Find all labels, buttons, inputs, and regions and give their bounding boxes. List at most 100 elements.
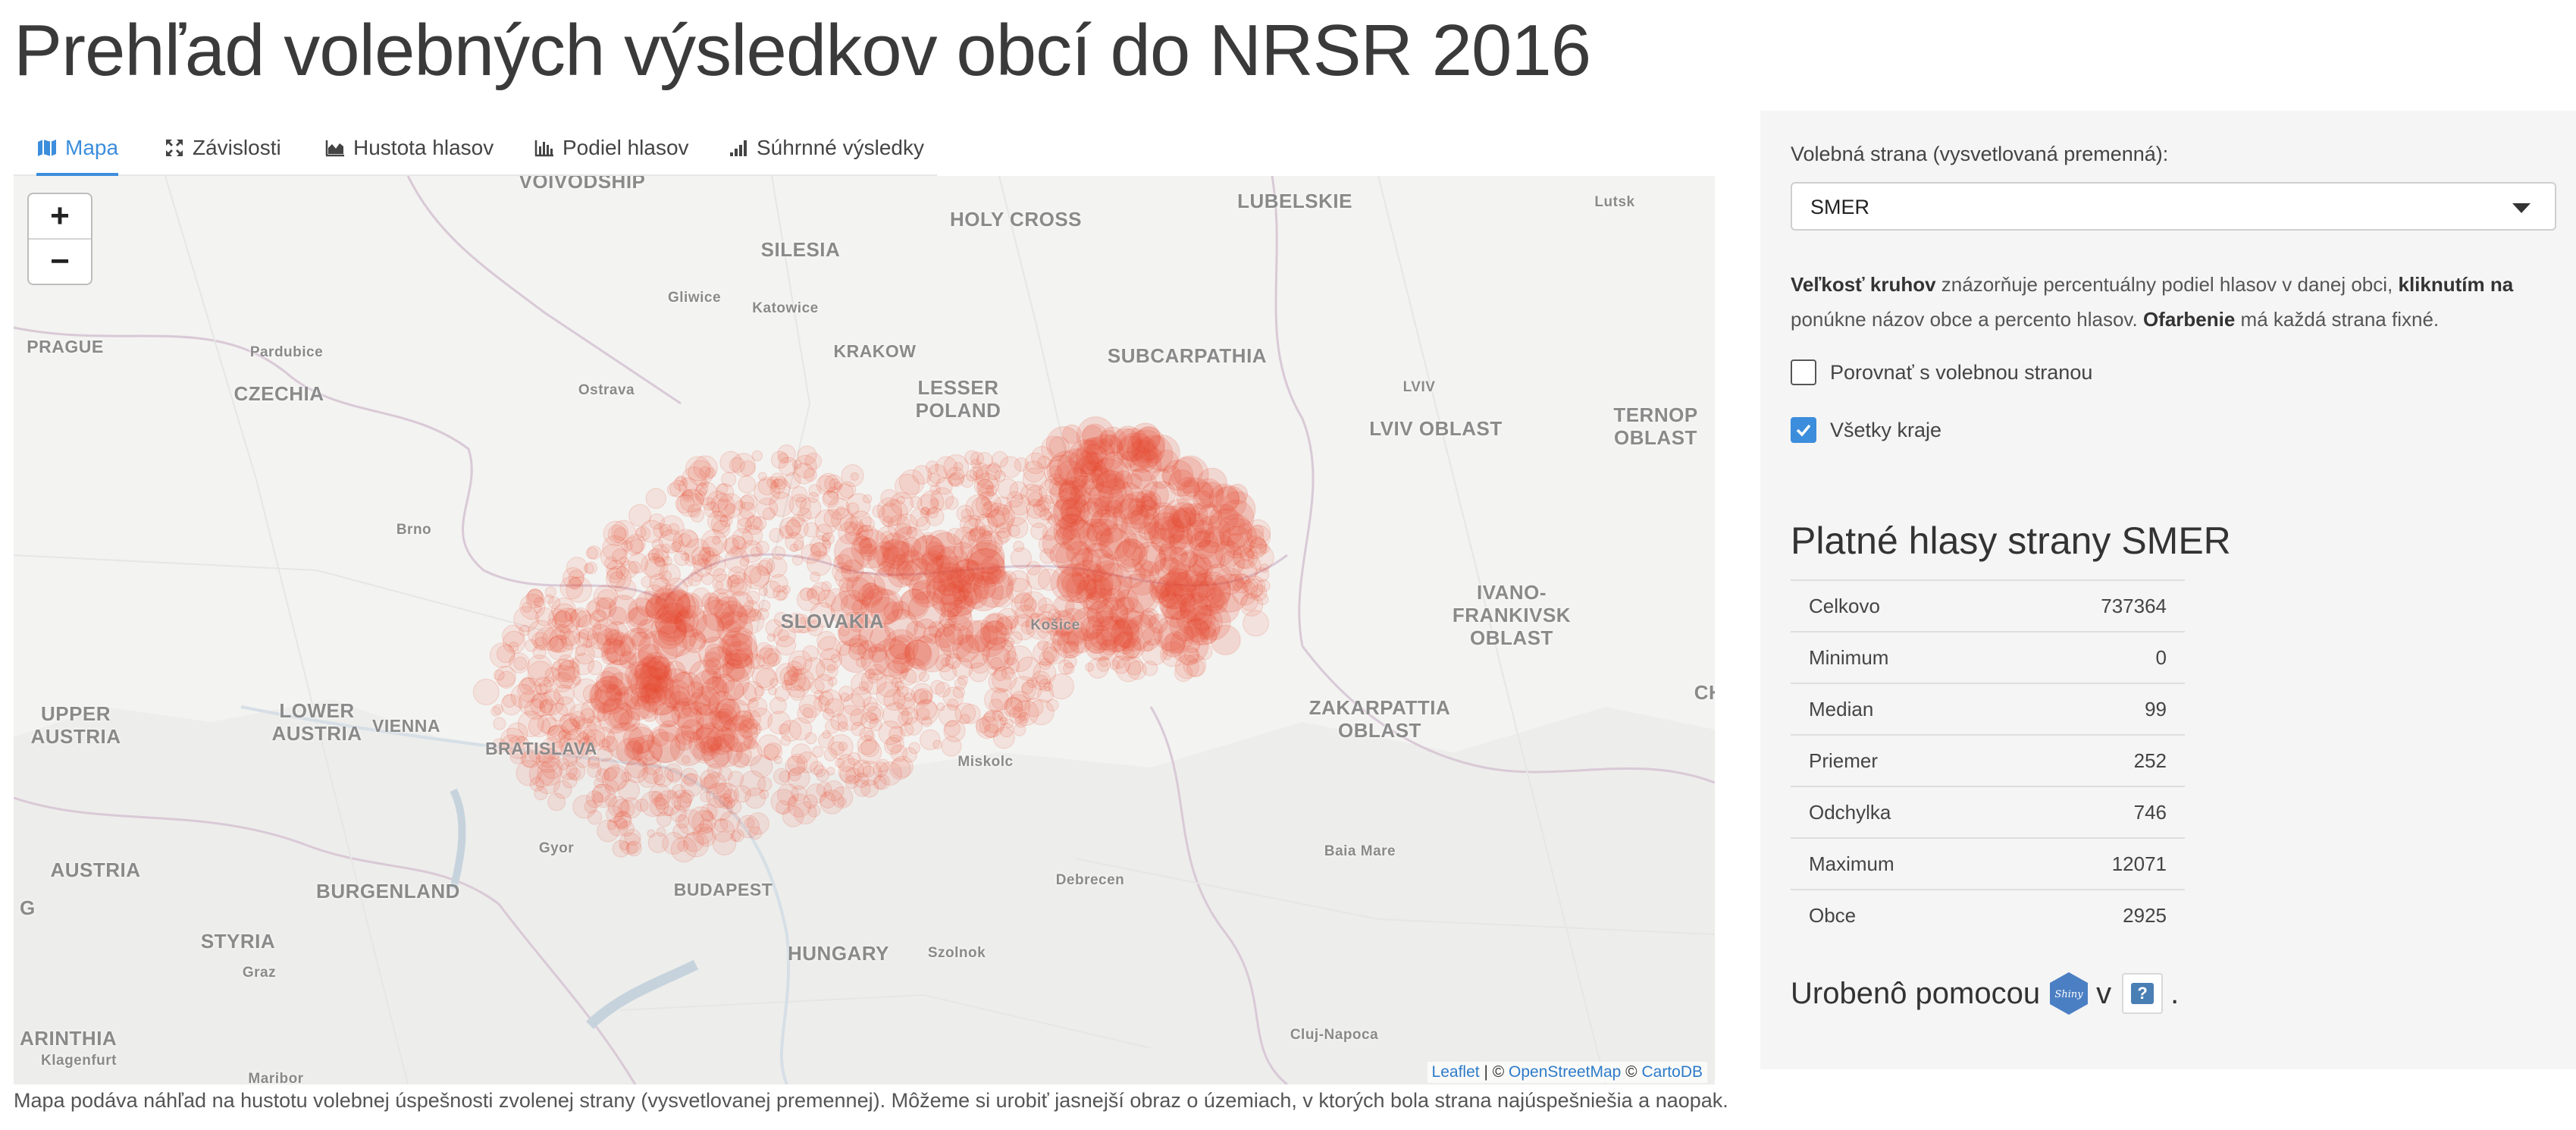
vote-circle[interactable] [544, 586, 557, 598]
vote-circle[interactable] [1070, 518, 1091, 539]
vote-circle[interactable] [719, 811, 741, 832]
vote-circle[interactable] [733, 752, 750, 768]
vote-circle[interactable] [718, 767, 733, 782]
vote-circle[interactable] [677, 792, 693, 808]
vote-circle[interactable] [944, 720, 961, 737]
vote-circle[interactable] [1170, 626, 1209, 665]
vote-circle[interactable] [1159, 590, 1178, 609]
vote-circle[interactable] [748, 826, 763, 840]
vote-circle[interactable] [785, 755, 806, 777]
vote-circle[interactable] [897, 697, 916, 716]
compare-checkbox[interactable]: Porovnať s volebnou stranou [1791, 359, 2092, 385]
vote-circle[interactable] [494, 665, 516, 687]
vote-circle[interactable] [623, 683, 650, 711]
vote-circle[interactable] [628, 504, 651, 527]
vote-circle[interactable] [1162, 649, 1173, 661]
vote-circle[interactable] [948, 472, 964, 488]
vote-circle[interactable] [724, 503, 736, 515]
vote-circle[interactable] [1019, 711, 1029, 721]
vote-circle[interactable] [984, 687, 1009, 713]
vote-circle[interactable] [1227, 532, 1245, 551]
openstreetmap-link[interactable]: OpenStreetMap [1509, 1063, 1621, 1081]
vote-circle[interactable] [699, 466, 712, 479]
vote-circle[interactable] [603, 520, 629, 547]
vote-circle[interactable] [733, 710, 754, 731]
vote-circle[interactable] [1037, 686, 1055, 703]
zoom-in-button[interactable]: + [29, 194, 91, 238]
vote-circle[interactable] [808, 484, 822, 498]
vote-circle[interactable] [932, 739, 942, 749]
vote-circle[interactable] [1045, 426, 1082, 462]
vote-circle[interactable] [929, 484, 941, 495]
vote-circle[interactable] [682, 489, 693, 500]
vote-circle[interactable] [722, 659, 745, 683]
vote-circle[interactable] [827, 498, 850, 520]
vote-circle[interactable] [772, 585, 788, 601]
vote-circle[interactable] [700, 736, 733, 768]
vote-circle[interactable] [830, 654, 840, 663]
vote-circle[interactable] [719, 450, 742, 473]
vote-circle[interactable] [825, 719, 840, 734]
vote-circle[interactable] [798, 507, 812, 523]
vote-circle[interactable] [961, 704, 981, 724]
tab-podiel-hlasov[interactable]: Podiel hlasov [534, 121, 689, 174]
vote-circle[interactable] [898, 589, 930, 620]
vote-circle[interactable] [994, 470, 1006, 482]
shiny-logo-icon[interactable]: Shiny [2048, 971, 2090, 1016]
vote-circle[interactable] [650, 584, 691, 625]
vote-circle[interactable] [1014, 457, 1029, 472]
vote-circle[interactable] [597, 745, 613, 762]
vote-circle[interactable] [682, 700, 699, 717]
vote-circle[interactable] [680, 530, 698, 548]
vote-circle[interactable] [472, 679, 500, 705]
vote-circle[interactable] [1010, 676, 1036, 702]
vote-circle[interactable] [739, 494, 755, 510]
vote-circle[interactable] [609, 571, 626, 589]
vote-circle[interactable] [534, 786, 548, 801]
vote-circle[interactable] [986, 502, 1010, 527]
vote-circle[interactable] [605, 629, 625, 649]
vote-circle[interactable] [999, 723, 1014, 738]
party-select[interactable]: SMER [1791, 182, 2556, 231]
vote-circle[interactable] [1007, 516, 1029, 539]
vote-circle[interactable] [624, 758, 649, 783]
vote-circle[interactable] [527, 661, 553, 687]
vote-circle[interactable] [1039, 658, 1051, 670]
vote-circle[interactable] [661, 543, 671, 553]
cartodb-link[interactable]: CartoDB [1641, 1063, 1703, 1081]
vote-circle[interactable] [490, 706, 501, 717]
rstudio-link[interactable]: ? [2122, 973, 2164, 1014]
vote-circle[interactable] [588, 680, 622, 713]
vote-circle[interactable] [811, 582, 831, 601]
vote-circle[interactable] [1085, 662, 1094, 672]
vote-circle[interactable] [890, 491, 914, 516]
vote-circle[interactable] [755, 668, 778, 691]
vote-circle[interactable] [547, 793, 566, 811]
vote-circle[interactable] [746, 591, 760, 604]
vote-circle[interactable] [717, 611, 735, 629]
vote-circle[interactable] [566, 557, 588, 579]
vote-circle[interactable] [802, 707, 814, 718]
vote-circle[interactable] [850, 472, 860, 481]
vote-circle[interactable] [876, 539, 914, 577]
vote-circle[interactable] [531, 692, 548, 709]
vote-circle[interactable] [1142, 661, 1158, 676]
vote-circle[interactable] [935, 623, 964, 653]
vote-circle[interactable] [687, 681, 704, 699]
vote-circle[interactable] [1058, 476, 1092, 510]
tab-mapa[interactable]: Mapa [36, 121, 119, 176]
vote-circle[interactable] [914, 618, 939, 643]
vote-circle[interactable] [819, 691, 834, 706]
vote-circle[interactable] [604, 556, 618, 570]
vote-circle[interactable] [770, 789, 796, 815]
vote-circle[interactable] [1001, 667, 1014, 680]
vote-circle[interactable] [493, 717, 506, 730]
vote-circle[interactable] [845, 775, 859, 789]
checkbox-checked[interactable] [1791, 417, 1816, 443]
vote-circle[interactable] [587, 545, 602, 560]
vote-circle[interactable] [826, 767, 835, 776]
vote-circle[interactable] [773, 755, 782, 764]
vote-circle[interactable] [1256, 579, 1271, 593]
vote-circle[interactable] [872, 504, 885, 518]
vote-circle[interactable] [682, 755, 691, 764]
